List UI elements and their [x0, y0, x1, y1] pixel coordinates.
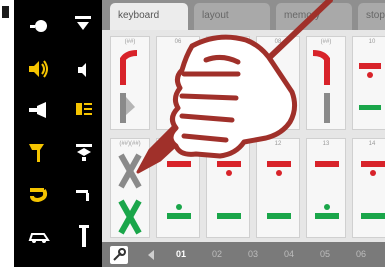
page-02[interactable]: 02	[212, 249, 222, 259]
page-bar: 01 02 03 04 05 06	[102, 242, 385, 267]
car-icon[interactable]	[26, 226, 52, 248]
tab-layout[interactable]: layout	[194, 3, 270, 30]
signal-icon	[267, 161, 291, 219]
tile-bottom-2[interactable]: 10	[156, 138, 200, 238]
tile-top-1[interactable]: (##)	[110, 36, 150, 130]
page-04[interactable]: 04	[284, 249, 294, 259]
signal-icon	[359, 63, 381, 110]
tile-number: 07	[224, 39, 232, 45]
left-edge	[0, 0, 14, 267]
tile-bottom-3[interactable]: 11	[206, 138, 250, 238]
tile-top-5[interactable]: (##)	[306, 36, 346, 130]
tab-bar: keyboard layout memory stop	[102, 0, 385, 30]
light-icon[interactable]	[28, 16, 50, 36]
tab-keyboard[interactable]: keyboard	[110, 3, 188, 30]
tile-number: 12	[274, 141, 282, 147]
double-slip-icon	[118, 153, 142, 235]
uncouple-icon[interactable]	[72, 12, 94, 34]
turnout-red-icon	[312, 50, 330, 123]
pantograph-icon[interactable]	[72, 184, 96, 206]
crane-icon[interactable]	[26, 140, 50, 166]
headlight-icon[interactable]	[72, 98, 96, 120]
prev-page-icon[interactable]	[146, 249, 156, 261]
tile-top-6[interactable]: 10	[352, 36, 385, 130]
tile-top-4[interactable]: 08	[256, 36, 300, 130]
tab-stop[interactable]: stop	[358, 3, 385, 30]
tile-number: 14	[368, 141, 376, 147]
tile-bottom-5[interactable]: 13	[306, 138, 346, 238]
signal-icon	[361, 161, 385, 219]
mute-icon[interactable]	[74, 60, 94, 80]
tile-top-2[interactable]: 06	[156, 36, 200, 130]
tile-bottom-1[interactable]: (##)(##)	[110, 138, 150, 238]
sound-icon[interactable]	[26, 58, 50, 80]
edge-marker	[2, 6, 9, 18]
tile-bottom-4[interactable]: 12	[256, 138, 300, 238]
tile-top-3[interactable]: 07	[206, 36, 250, 130]
tile-number: 06	[174, 39, 182, 45]
signal-icon	[315, 161, 339, 219]
tile-number: (##)	[320, 39, 332, 45]
wrench-icon[interactable]	[110, 246, 128, 264]
tile-number: (##)	[124, 39, 136, 45]
cab-light-icon[interactable]	[72, 140, 96, 164]
signal-icon	[217, 161, 241, 219]
tile-grid: (##) 06 07 08 (##) 10 (##)(##) 10 11 12 …	[102, 30, 385, 242]
tab-memory[interactable]: memory	[276, 3, 352, 30]
tile-number: 10	[174, 141, 182, 147]
tile-number: 08	[274, 39, 282, 45]
signal-icon	[167, 161, 191, 219]
function-sidebar	[14, 0, 102, 267]
tile-number: 13	[322, 141, 330, 147]
page-03[interactable]: 03	[248, 249, 258, 259]
tile-bottom-6[interactable]: 14	[352, 138, 385, 238]
accessory-panel: keyboard layout memory stop (##) 06 07 0…	[102, 0, 385, 267]
page-05[interactable]: 05	[320, 249, 330, 259]
tile-number: 11	[224, 141, 232, 147]
tile-number: (##)(##)	[119, 141, 141, 147]
turnout-red-icon	[120, 50, 138, 123]
tile-number: 10	[368, 39, 376, 45]
page-01[interactable]: 01	[176, 249, 186, 259]
horn-icon[interactable]	[26, 100, 50, 120]
mast-icon[interactable]	[74, 222, 94, 250]
page-06[interactable]: 06	[356, 249, 366, 259]
hook-icon[interactable]	[26, 184, 50, 206]
